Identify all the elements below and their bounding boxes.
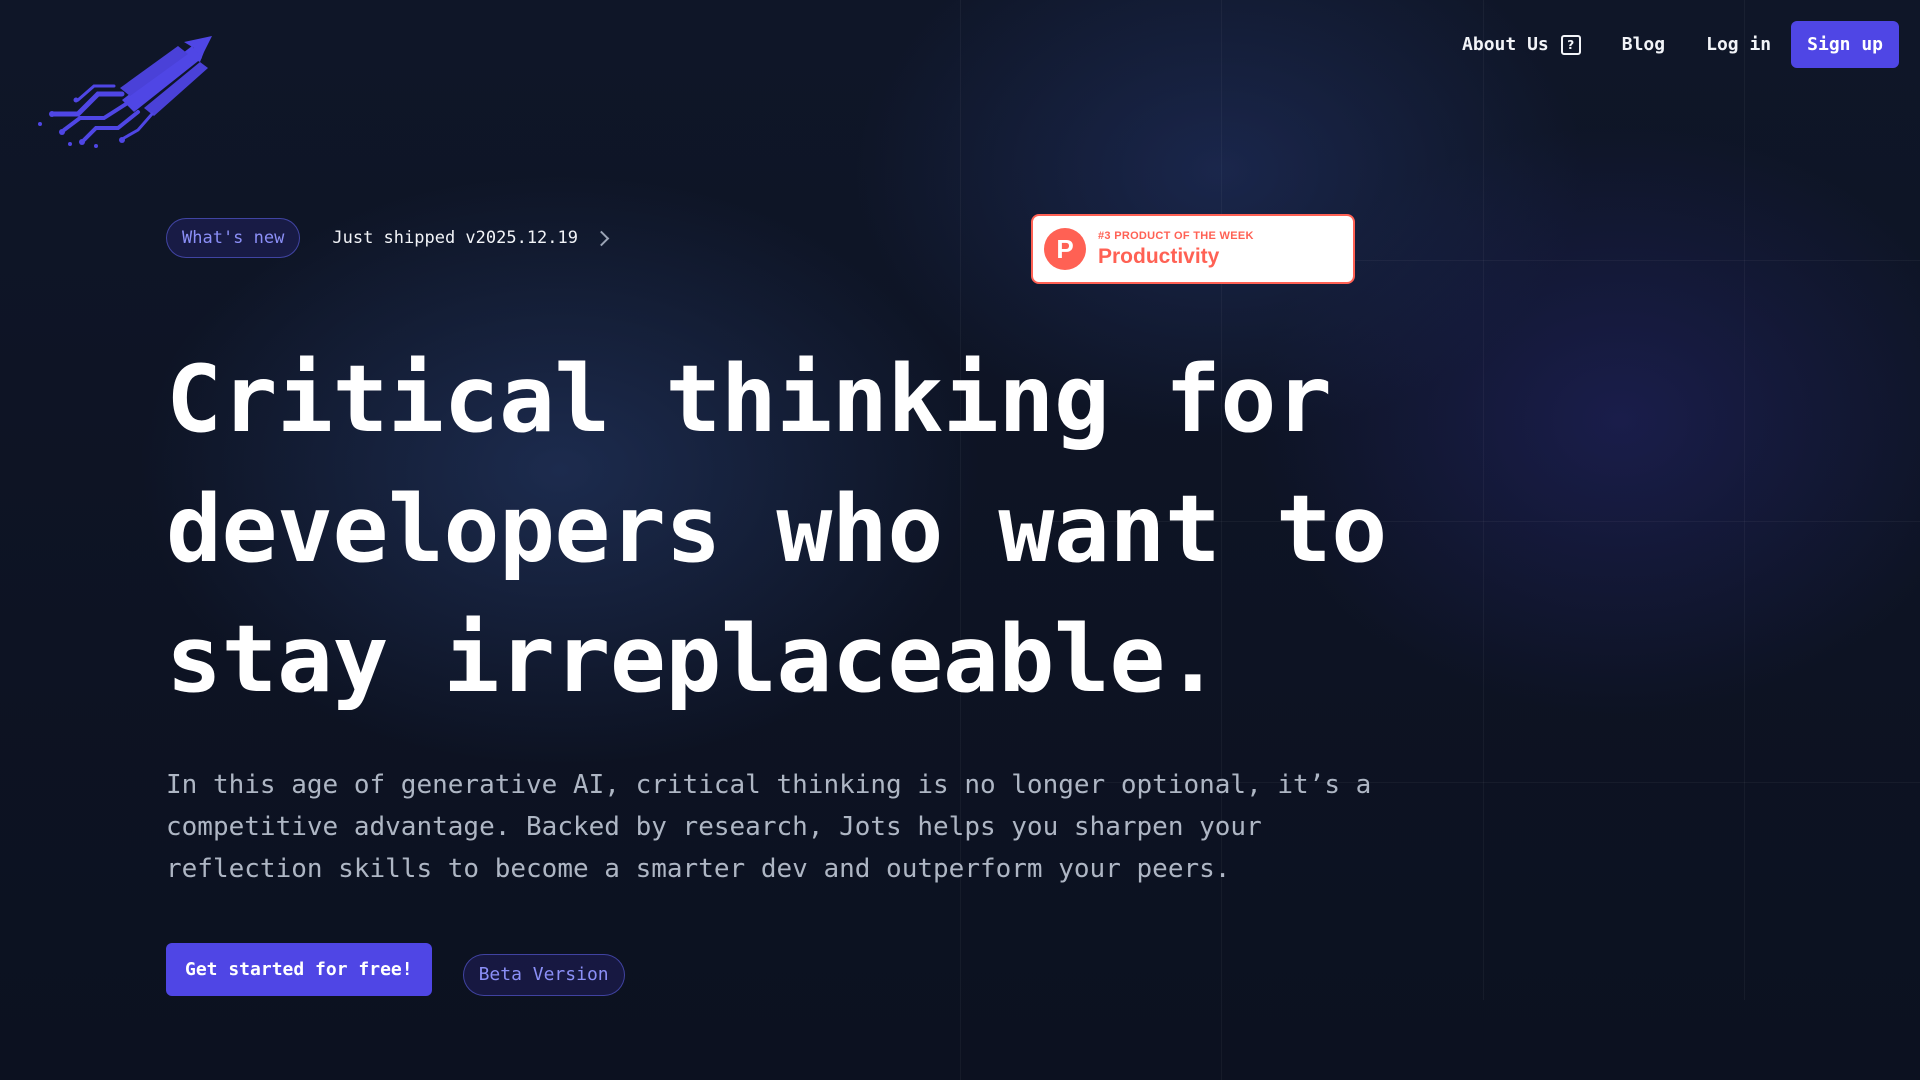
nav-about-label: About Us	[1462, 34, 1549, 55]
top-nav: About Us ? Blog Log in Sign up	[1462, 21, 1899, 68]
headline-line-3: stay irreplaceable.	[166, 605, 1221, 713]
sign-up-button[interactable]: Sign up	[1791, 21, 1899, 68]
badge-text: #3 PRODUCT OF THE WEEK Productivity	[1098, 230, 1254, 269]
announcement-text: Just shipped v2025.12.19	[332, 228, 578, 248]
get-started-button[interactable]: Get started for free!	[166, 943, 432, 996]
rocket-icon	[38, 36, 212, 148]
nav-blog[interactable]: Blog	[1622, 34, 1665, 55]
hero-headline: Critical thinking for developers who wan…	[166, 334, 1466, 724]
product-hunt-logo-icon: P	[1044, 228, 1086, 270]
whats-new-badge: What's new	[166, 218, 301, 258]
logo[interactable]	[34, 34, 214, 152]
badge-category-text: Productivity	[1098, 244, 1220, 268]
chevron-right-icon	[593, 230, 610, 246]
nav-about-us[interactable]: About Us ?	[1462, 34, 1581, 55]
question-mark-icon: ?	[1560, 34, 1581, 55]
beta-version-badge: Beta Version	[462, 953, 625, 996]
announcement-link[interactable]: Just shipped v2025.12.19	[332, 228, 610, 248]
hero-description: In this age of generative AI, critical t…	[166, 770, 1372, 884]
headline-line-2: developers who want to	[166, 475, 1387, 583]
product-hunt-badge[interactable]: P #3 PRODUCT OF THE WEEK Productivity	[1031, 214, 1355, 284]
announcement-bar: What's new Just shipped v2025.12.19	[166, 218, 610, 258]
page-content: About Us ? Blog Log in Sign up What's ne…	[0, 0, 1920, 1080]
badge-rank-text: #3 PRODUCT OF THE WEEK	[1098, 229, 1254, 242]
nav-log-in[interactable]: Log in	[1706, 34, 1771, 55]
headline-line-1: Critical thinking for	[166, 345, 1332, 453]
cta-row: Get started for free! Beta Version	[166, 943, 625, 996]
